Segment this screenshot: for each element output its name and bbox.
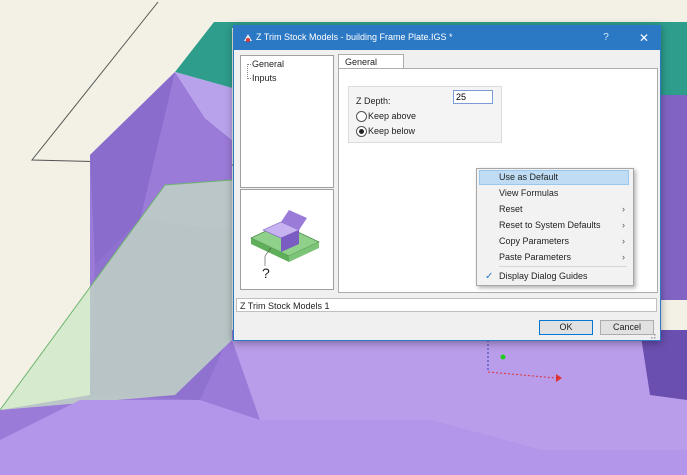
keep-above-radio[interactable]	[356, 111, 367, 122]
menu-item-paste-parameters[interactable]: Paste Parameters ›	[479, 250, 629, 265]
menu-item-display-dialog-guides[interactable]: ✓ Display Dialog Guides	[479, 269, 629, 284]
context-menu: Use as Default View Formulas Reset › Res…	[476, 168, 634, 286]
dialog-titlebar[interactable]: Z Trim Stock Models - building Frame Pla…	[234, 26, 660, 50]
preview-panel: ?	[240, 189, 334, 290]
chevron-right-icon: ›	[622, 204, 625, 214]
keep-below-label: Keep below	[368, 126, 416, 136]
chevron-right-icon: ›	[622, 252, 625, 262]
chevron-right-icon: ›	[622, 220, 625, 230]
resize-grip-icon[interactable]	[648, 331, 656, 339]
menu-item-label: Display Dialog Guides	[499, 271, 588, 281]
preview-question-mark: ?	[262, 265, 270, 281]
zdepth-group: Z Depth: Keep above Keep below	[348, 86, 502, 143]
menu-separator	[499, 266, 627, 267]
dialog-title: Z Trim Stock Models - building Frame Pla…	[256, 32, 453, 42]
app-icon	[244, 34, 252, 42]
zdepth-label: Z Depth:	[356, 96, 391, 106]
help-button[interactable]: ?	[596, 29, 616, 47]
menu-item-view-formulas[interactable]: View Formulas	[479, 186, 629, 201]
tree-connector	[247, 64, 249, 79]
menu-item-use-as-default[interactable]: Use as Default	[479, 170, 629, 185]
tree-connector	[247, 78, 251, 79]
stock-model-illustration: ?	[250, 210, 320, 281]
cancel-button[interactable]: Cancel	[600, 320, 654, 335]
close-button[interactable]: ✕	[634, 29, 654, 47]
zdepth-field[interactable]	[453, 90, 493, 104]
chevron-right-icon: ›	[622, 236, 625, 246]
tab-general[interactable]: General	[338, 54, 404, 69]
navigation-tree: General Inputs	[240, 55, 334, 188]
status-bar: Z Trim Stock Models 1	[236, 298, 657, 312]
menu-item-label: Reset	[499, 204, 523, 214]
menu-item-label: Reset to System Defaults	[499, 220, 601, 230]
tree-item-general[interactable]: General	[252, 59, 284, 69]
menu-item-label: Copy Parameters	[499, 236, 570, 246]
tree-connector	[247, 64, 251, 65]
menu-item-label: Paste Parameters	[499, 252, 572, 262]
keep-below-radio[interactable]	[356, 126, 367, 137]
menu-item-reset-system-defaults[interactable]: Reset to System Defaults ›	[479, 218, 629, 233]
menu-item-reset[interactable]: Reset ›	[479, 202, 629, 217]
menu-item-label: View Formulas	[499, 188, 559, 198]
tree-item-inputs[interactable]: Inputs	[252, 73, 277, 83]
menu-item-copy-parameters[interactable]: Copy Parameters ›	[479, 234, 629, 249]
keep-above-label: Keep above	[368, 111, 417, 121]
menu-item-label: Use as Default	[499, 172, 559, 182]
checkmark-icon: ✓	[485, 271, 494, 282]
ok-button[interactable]: OK	[539, 320, 593, 335]
